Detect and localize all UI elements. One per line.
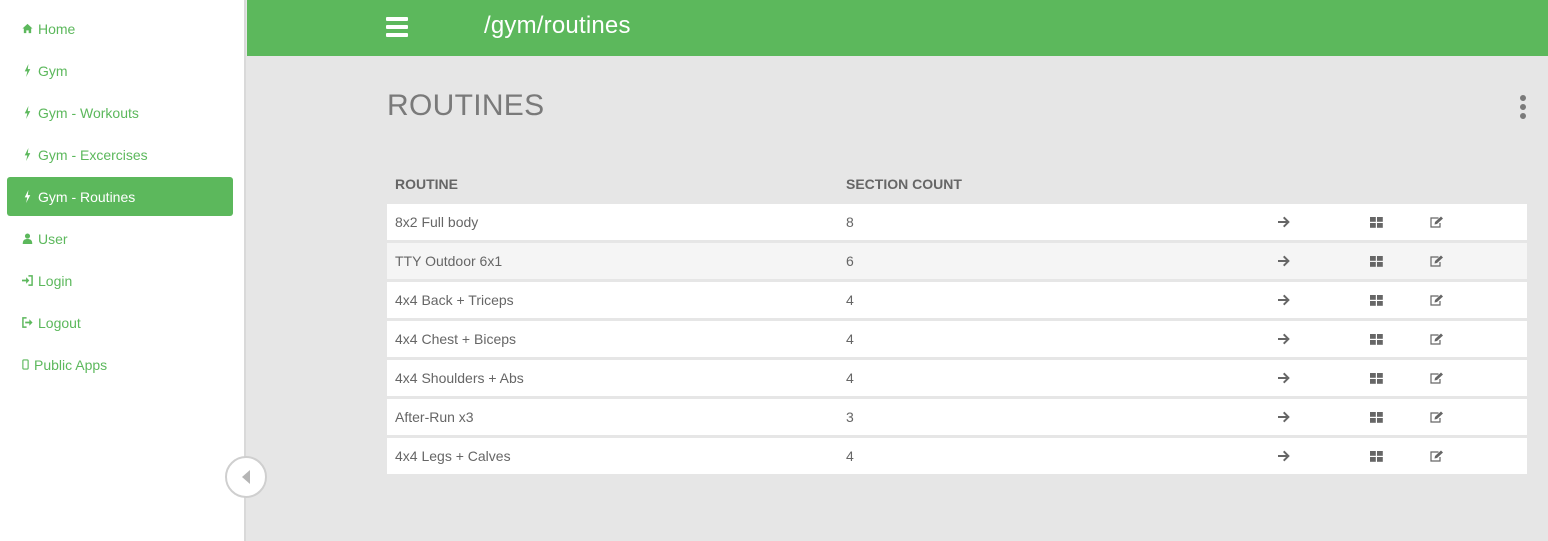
kebab-dot-icon [1520, 104, 1526, 110]
sidebar-item-label: Logout [38, 314, 81, 331]
sidebar-item-label: Home [38, 20, 76, 37]
table-row: 8x2 Full body 8 [387, 204, 1527, 240]
route-path: /gym/routines [484, 12, 631, 39]
routine-name-cell: After-Run x3 [387, 399, 838, 435]
topbar: /gym/routines [247, 0, 1548, 56]
kebab-dot-icon [1520, 113, 1526, 119]
menu-toggle-button[interactable] [386, 17, 408, 37]
edit-icon[interactable] [1430, 215, 1444, 231]
arrow-right-icon[interactable] [1277, 449, 1291, 465]
routine-name-cell: 4x4 Back + Triceps [387, 282, 838, 318]
section-count-cell: 4 [838, 321, 1238, 357]
main-content: ROUTINES ROUTINE SECTION COUNT 8x2 Full … [247, 56, 1548, 541]
routine-name-cell: 4x4 Shoulders + Abs [387, 360, 838, 396]
sidebar-item-home[interactable]: Home [7, 9, 233, 48]
column-header-routine[interactable]: ROUTINE [387, 167, 838, 201]
grid-icon[interactable] [1369, 215, 1383, 231]
bolt-icon [24, 106, 31, 119]
arrow-right-icon[interactable] [1277, 254, 1291, 270]
routine-name-cell: 4x4 Chest + Biceps [387, 321, 838, 357]
section-count-cell: 3 [838, 399, 1238, 435]
sidebar-item-gym-excercises[interactable]: Gym - Excercises [7, 135, 233, 174]
sidebar-item-gym-routines[interactable]: Gym - Routines [7, 177, 233, 216]
edit-icon[interactable] [1430, 332, 1444, 348]
arrow-right-icon[interactable] [1277, 293, 1291, 309]
hamburger-icon [386, 17, 408, 21]
kebab-dot-icon [1520, 95, 1526, 101]
arrow-right-icon[interactable] [1277, 215, 1291, 231]
section-count-cell: 4 [838, 360, 1238, 396]
sidebar-item-label: Public Apps [34, 356, 108, 373]
table-header-row: ROUTINE SECTION COUNT [387, 167, 1527, 201]
sidebar-item-label: Gym - Routines [38, 188, 136, 205]
grid-icon[interactable] [1369, 371, 1383, 387]
sidebar-item-gym[interactable]: Gym [7, 51, 233, 90]
sidebar-item-label: User [38, 230, 68, 247]
grid-icon[interactable] [1369, 332, 1383, 348]
sidebar-item-logout[interactable]: Logout [7, 303, 233, 342]
grid-icon[interactable] [1369, 449, 1383, 465]
edit-icon[interactable] [1430, 449, 1444, 465]
routines-table: ROUTINE SECTION COUNT 8x2 Full body 8 TTY … [387, 164, 1527, 477]
sidebar-nav: Home Gym Gym - Workouts Gym - Excercises… [0, 0, 244, 384]
hamburger-icon [386, 25, 408, 29]
section-count-cell: 4 [838, 282, 1238, 318]
edit-icon[interactable] [1430, 410, 1444, 426]
home-icon [22, 23, 33, 34]
sign-in-icon [22, 275, 33, 286]
routines-table-body: 8x2 Full body 8 TTY Outdoor 6x1 6 4x4 Back +… [387, 204, 1527, 474]
routine-name-cell: 8x2 Full body [387, 204, 838, 240]
grid-icon[interactable] [1369, 410, 1383, 426]
sidebar-item-label: Login [38, 272, 73, 289]
grid-icon[interactable] [1369, 254, 1383, 270]
sidebar-item-label: Gym [38, 62, 68, 79]
page-title: ROUTINES [387, 89, 545, 122]
sidebar-item-gym-workouts[interactable]: Gym - Workouts [7, 93, 233, 132]
routine-name-cell: 4x4 Legs + Calves [387, 438, 838, 474]
table-row: After-Run x3 3 [387, 399, 1527, 435]
user-icon [22, 233, 33, 244]
hamburger-icon [386, 33, 408, 37]
column-header-section-count[interactable]: SECTION COUNT [838, 167, 1238, 201]
bolt-icon [24, 148, 31, 161]
routine-name-cell: TTY Outdoor 6x1 [387, 243, 838, 279]
edit-icon[interactable] [1430, 293, 1444, 309]
sign-out-icon [22, 317, 33, 328]
section-count-cell: 4 [838, 438, 1238, 474]
table-row: 4x4 Chest + Biceps 4 [387, 321, 1527, 357]
section-count-cell: 6 [838, 243, 1238, 279]
arrow-right-icon[interactable] [1277, 371, 1291, 387]
sidebar-item-label: Gym - Excercises [38, 146, 148, 163]
table-row: 4x4 Back + Triceps 4 [387, 282, 1527, 318]
bolt-icon [24, 64, 31, 77]
sidebar-item-user[interactable]: User [7, 219, 233, 258]
table-row: 4x4 Shoulders + Abs 4 [387, 360, 1527, 396]
bolt-icon [24, 190, 31, 203]
arrow-right-icon[interactable] [1277, 410, 1291, 426]
more-options-button[interactable] [1518, 95, 1528, 121]
sidebar-item-login[interactable]: Login [7, 261, 233, 300]
sidebar-item-public-apps[interactable]: Public Apps [7, 345, 233, 384]
mobile-icon [22, 359, 29, 370]
edit-icon[interactable] [1430, 371, 1444, 387]
grid-icon[interactable] [1369, 293, 1383, 309]
sidebar-item-label: Gym - Workouts [38, 104, 139, 121]
table-row: TTY Outdoor 6x1 6 [387, 243, 1527, 279]
section-count-cell: 8 [838, 204, 1238, 240]
sidebar: Home Gym Gym - Workouts Gym - Excercises… [0, 0, 267, 541]
edit-icon[interactable] [1430, 254, 1444, 270]
arrow-right-icon[interactable] [1277, 332, 1291, 348]
table-row: 4x4 Legs + Calves 4 [387, 438, 1527, 474]
